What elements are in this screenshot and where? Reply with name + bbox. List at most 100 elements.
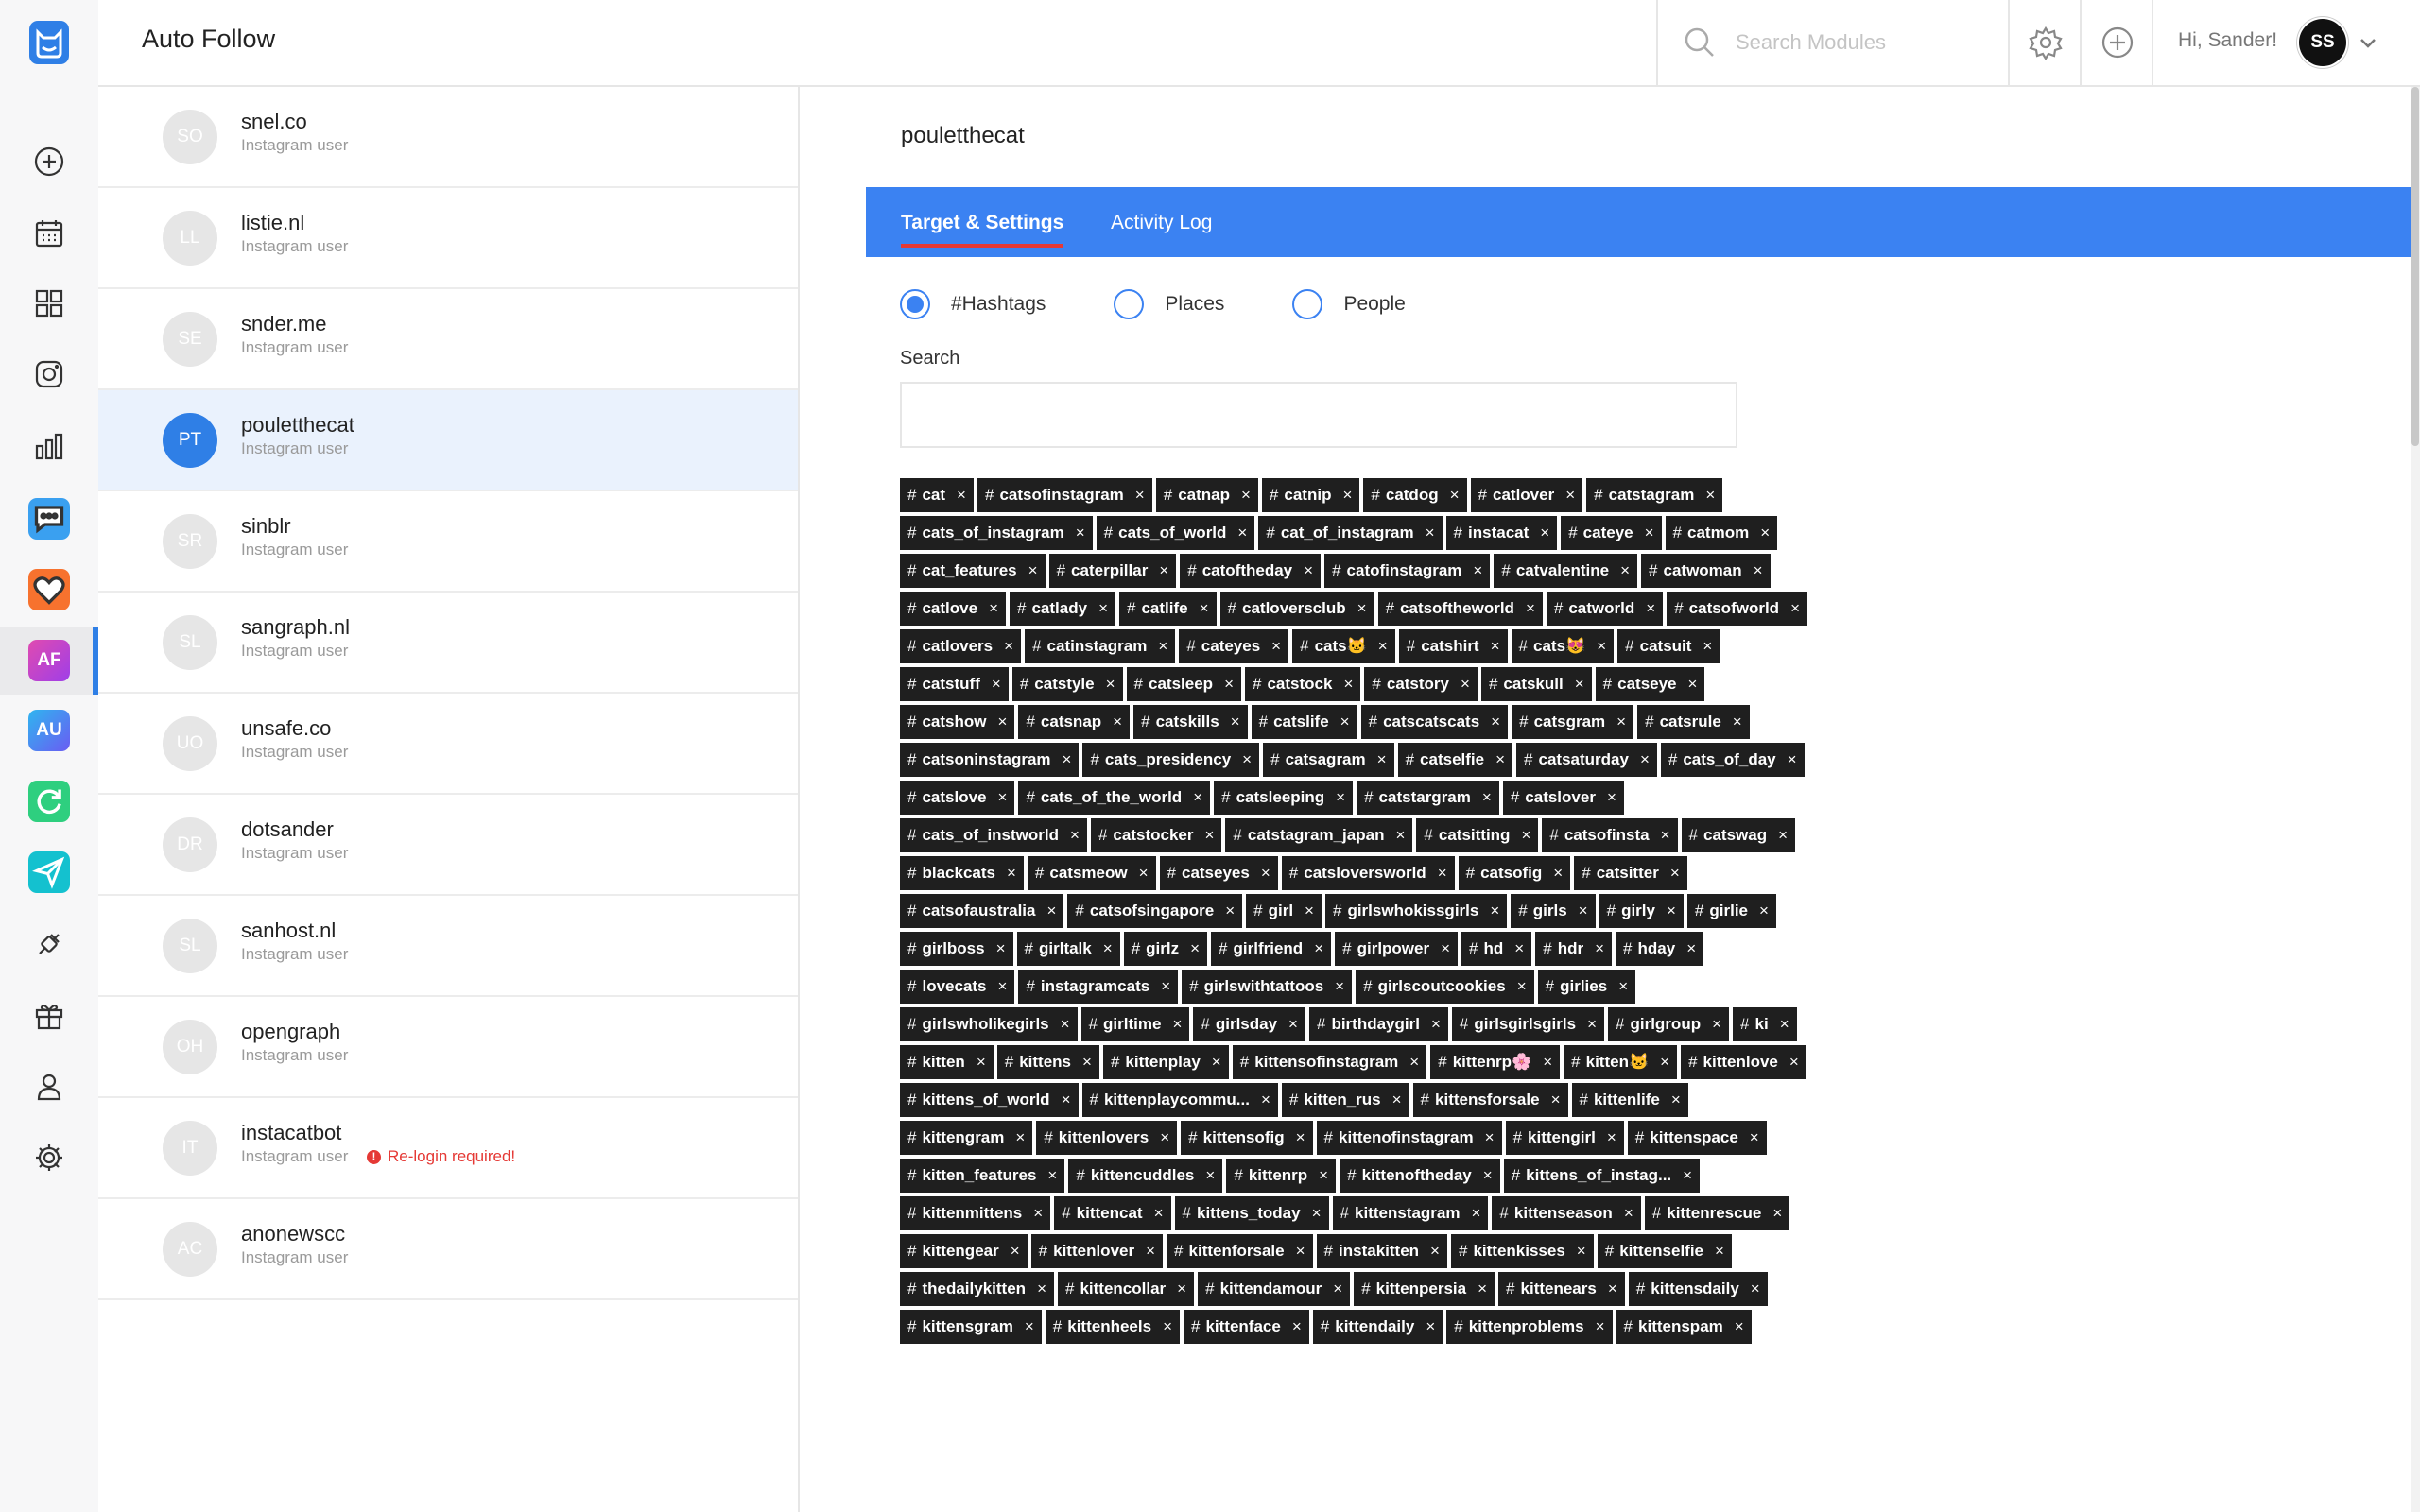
app-logo-icon[interactable] bbox=[29, 21, 69, 64]
remove-tag-icon[interactable]: × bbox=[1703, 637, 1712, 656]
grid-icon[interactable] bbox=[0, 269, 98, 337]
remove-tag-icon[interactable]: × bbox=[1579, 902, 1588, 920]
account-row[interactable]: UO unsafe.co Instagram user bbox=[98, 694, 798, 795]
remove-tag-icon[interactable]: × bbox=[1261, 864, 1270, 883]
remove-tag-icon[interactable]: × bbox=[996, 939, 1006, 958]
relogin-warning[interactable]: ! Re-login required! bbox=[367, 1147, 515, 1166]
remove-tag-icon[interactable]: × bbox=[1103, 939, 1113, 958]
remove-tag-icon[interactable]: × bbox=[1577, 1242, 1586, 1261]
remove-tag-icon[interactable]: × bbox=[1304, 561, 1313, 580]
remove-tag-icon[interactable]: × bbox=[1526, 599, 1535, 618]
add-button[interactable] bbox=[2080, 0, 2153, 85]
remove-tag-icon[interactable]: × bbox=[1495, 750, 1505, 769]
remove-tag-icon[interactable]: × bbox=[1431, 1015, 1441, 1034]
remove-tag-icon[interactable]: × bbox=[1491, 713, 1500, 731]
remove-tag-icon[interactable]: × bbox=[1607, 1128, 1616, 1147]
tab-activity-log[interactable]: Activity Log bbox=[1111, 212, 1212, 234]
module-search[interactable] bbox=[1656, 0, 2010, 85]
remove-tag-icon[interactable]: × bbox=[1047, 1166, 1057, 1185]
remove-tag-icon[interactable]: × bbox=[1575, 675, 1584, 694]
remove-tag-icon[interactable]: × bbox=[1759, 902, 1769, 920]
chevron-down-icon[interactable] bbox=[2358, 32, 2378, 53]
remove-tag-icon[interactable]: × bbox=[1596, 1317, 1605, 1336]
remove-tag-icon[interactable]: × bbox=[1241, 486, 1251, 505]
remove-tag-icon[interactable]: × bbox=[1139, 864, 1149, 883]
remove-tag-icon[interactable]: × bbox=[1159, 561, 1168, 580]
remove-tag-icon[interactable]: × bbox=[1646, 599, 1655, 618]
remove-tag-icon[interactable]: × bbox=[1660, 1053, 1669, 1072]
remove-tag-icon[interactable]: × bbox=[1046, 902, 1056, 920]
remove-tag-icon[interactable]: × bbox=[1450, 486, 1460, 505]
remove-tag-icon[interactable]: × bbox=[1037, 1280, 1046, 1298]
remove-tag-icon[interactable]: × bbox=[1482, 788, 1492, 807]
statistics-icon[interactable] bbox=[0, 412, 98, 480]
settings-icon[interactable] bbox=[0, 1124, 98, 1192]
remove-tag-icon[interactable]: × bbox=[1645, 524, 1654, 542]
radio-people[interactable]: People bbox=[1292, 289, 1406, 319]
search-input[interactable] bbox=[1734, 29, 2002, 56]
remove-tag-icon[interactable]: × bbox=[1426, 524, 1435, 542]
remove-tag-icon[interactable]: × bbox=[1340, 713, 1350, 731]
remove-tag-icon[interactable]: × bbox=[1113, 713, 1122, 731]
remove-tag-icon[interactable]: × bbox=[1261, 1091, 1270, 1109]
remove-tag-icon[interactable]: × bbox=[1789, 1053, 1799, 1072]
remove-tag-icon[interactable]: × bbox=[1061, 1015, 1070, 1034]
remove-tag-icon[interactable]: × bbox=[1587, 1015, 1597, 1034]
remove-tag-icon[interactable]: × bbox=[1158, 637, 1167, 656]
remove-tag-icon[interactable]: × bbox=[1686, 939, 1696, 958]
remove-tag-icon[interactable]: × bbox=[1205, 1166, 1215, 1185]
settings-button[interactable] bbox=[2008, 0, 2082, 85]
remove-tag-icon[interactable]: × bbox=[1473, 561, 1482, 580]
account-row[interactable]: OH opengraph Instagram user bbox=[98, 997, 798, 1098]
remove-tag-icon[interactable]: × bbox=[1426, 1317, 1435, 1336]
remove-tag-icon[interactable]: × bbox=[1172, 1015, 1182, 1034]
remove-tag-icon[interactable]: × bbox=[1788, 750, 1797, 769]
gift-icon[interactable] bbox=[0, 982, 98, 1050]
remove-tag-icon[interactable]: × bbox=[998, 977, 1008, 996]
remove-tag-icon[interactable]: × bbox=[1551, 1091, 1561, 1109]
remove-tag-icon[interactable]: × bbox=[1146, 1242, 1155, 1261]
calendar-icon[interactable] bbox=[0, 199, 98, 267]
remove-tag-icon[interactable]: × bbox=[992, 675, 1001, 694]
remove-tag-icon[interactable]: × bbox=[1688, 675, 1698, 694]
module-auto-like[interactable] bbox=[0, 556, 98, 624]
remove-tag-icon[interactable]: × bbox=[1478, 1280, 1487, 1298]
remove-tag-icon[interactable]: × bbox=[1336, 788, 1345, 807]
account-row[interactable]: SR sinblr Instagram user bbox=[98, 491, 798, 593]
remove-tag-icon[interactable]: × bbox=[1163, 1317, 1172, 1336]
remove-tag-icon[interactable]: × bbox=[1514, 939, 1524, 958]
account-row[interactable]: AC anonewscc Instagram user bbox=[98, 1199, 798, 1300]
remove-tag-icon[interactable]: × bbox=[1683, 1166, 1692, 1185]
remove-tag-icon[interactable]: × bbox=[1778, 826, 1788, 845]
remove-tag-icon[interactable]: × bbox=[1070, 826, 1080, 845]
remove-tag-icon[interactable]: × bbox=[1160, 1128, 1169, 1147]
remove-tag-icon[interactable]: × bbox=[1733, 713, 1742, 731]
remove-tag-icon[interactable]: × bbox=[1430, 1242, 1440, 1261]
remove-tag-icon[interactable]: × bbox=[1063, 750, 1072, 769]
remove-tag-icon[interactable]: × bbox=[1011, 1242, 1020, 1261]
remove-tag-icon[interactable]: × bbox=[1640, 750, 1650, 769]
account-row[interactable]: SO snel.co Instagram user bbox=[98, 87, 798, 188]
remove-tag-icon[interactable]: × bbox=[1597, 637, 1606, 656]
remove-tag-icon[interactable]: × bbox=[977, 1053, 986, 1072]
module-repost[interactable] bbox=[0, 767, 98, 835]
remove-tag-icon[interactable]: × bbox=[1342, 486, 1352, 505]
add-icon[interactable] bbox=[0, 128, 98, 196]
plugin-icon[interactable] bbox=[0, 910, 98, 978]
remove-tag-icon[interactable]: × bbox=[1624, 1204, 1634, 1223]
remove-tag-icon[interactable]: × bbox=[1271, 637, 1281, 656]
remove-tag-icon[interactable]: × bbox=[1004, 637, 1013, 656]
remove-tag-icon[interactable]: × bbox=[1076, 524, 1085, 542]
module-chat[interactable] bbox=[0, 485, 98, 553]
remove-tag-icon[interactable]: × bbox=[1395, 826, 1405, 845]
users-icon[interactable] bbox=[0, 1053, 98, 1121]
radio-places[interactable]: Places bbox=[1114, 289, 1224, 319]
remove-tag-icon[interactable]: × bbox=[1461, 675, 1470, 694]
remove-tag-icon[interactable]: × bbox=[1319, 1166, 1328, 1185]
remove-tag-icon[interactable]: × bbox=[1616, 713, 1626, 731]
remove-tag-icon[interactable]: × bbox=[998, 713, 1008, 731]
remove-tag-icon[interactable]: × bbox=[1296, 1128, 1305, 1147]
remove-tag-icon[interactable]: × bbox=[1193, 788, 1202, 807]
remove-tag-icon[interactable]: × bbox=[1483, 1166, 1493, 1185]
remove-tag-icon[interactable]: × bbox=[1521, 826, 1530, 845]
